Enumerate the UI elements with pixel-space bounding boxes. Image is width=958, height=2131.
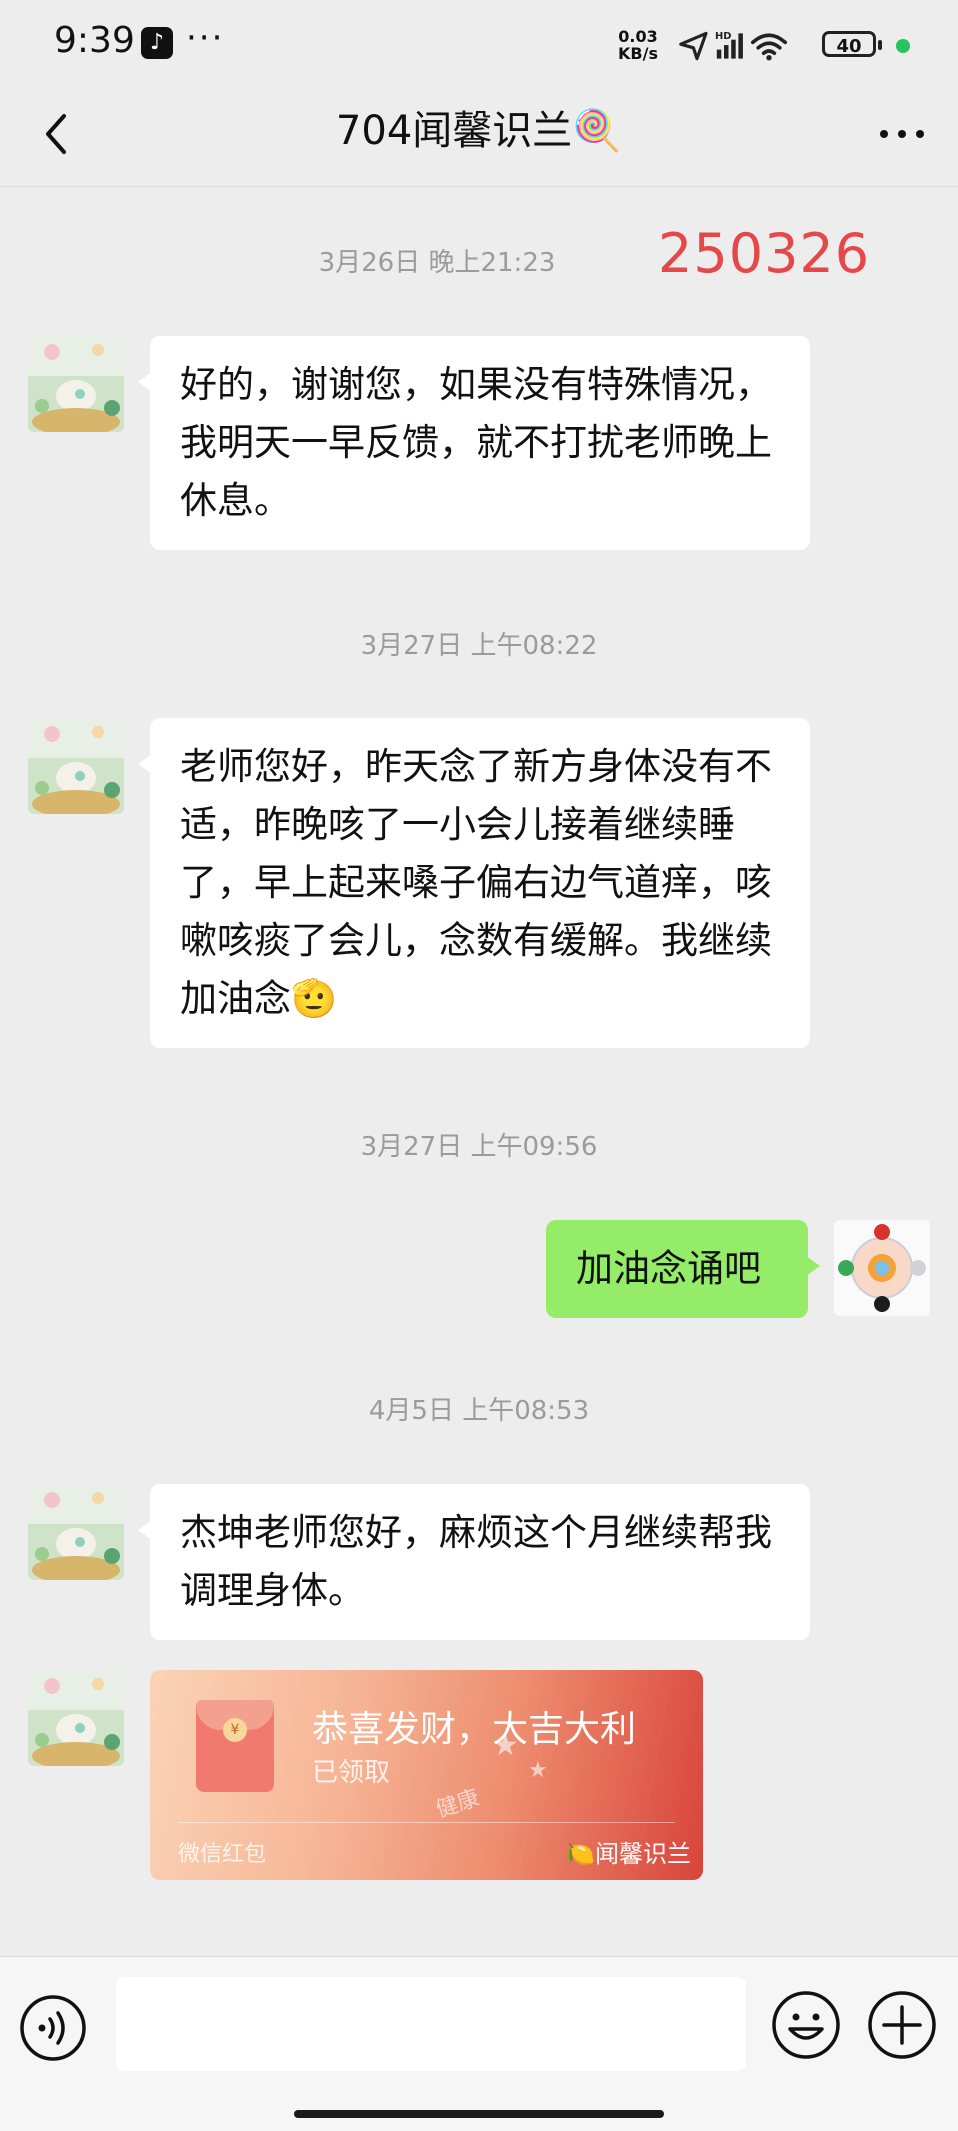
sent-message-bubble[interactable]: 加油念诵吧 (546, 1220, 820, 1318)
red-packet-sender: 🍋闻馨识兰 (565, 1840, 691, 1868)
timestamp: 3月27日 上午08:22 (360, 631, 598, 661)
network-speed-value: 0.03 (618, 27, 658, 46)
red-packet-title: 恭喜发财，大吉大利 (312, 1709, 637, 1750)
self-avatar[interactable] (834, 1220, 930, 1316)
message-bubble[interactable]: 杰坤老师您好，麻烦这个月继续帮我调理身体。 (138, 1484, 810, 1640)
signal-icons: HD (679, 31, 787, 61)
privacy-dot (896, 39, 910, 53)
emoji-icon[interactable] (770, 1989, 842, 2061)
avatar[interactable] (28, 1484, 124, 1580)
avatar[interactable] (28, 718, 124, 814)
battery-icon: 40 (822, 31, 882, 57)
star-icon: ★ (528, 1758, 548, 1783)
home-indicator (294, 2110, 664, 2118)
red-packet-message[interactable]: ¥ 恭喜发财，大吉大利 已领取 健康 ★ ★ 微信红包 🍋闻馨识兰 (150, 1670, 703, 1880)
message-bubble[interactable]: 好的，谢谢您，如果没有特殊情况，我明天一早反馈，就不打扰老师晚上休息。 (138, 336, 810, 550)
wifi-icon (751, 33, 787, 55)
avatar-image (28, 718, 124, 814)
chat-title: 704闻馨识兰🍭 (335, 108, 623, 154)
message-bubble[interactable]: 老师您好，昨天念了新方身体没有不适，昨晚咳了一小会儿接着继续睡了，早上起来嗓子偏… (138, 718, 810, 1048)
status-bar: 9:39 ♪ ··· 0.03 KB/s HD 40 (0, 0, 958, 90)
timestamp: 3月27日 上午09:56 (360, 1132, 598, 1162)
avatar-image (28, 1484, 124, 1580)
network-speed-unit: KB/s (618, 44, 658, 63)
avatar[interactable] (28, 336, 124, 432)
red-packet-status: 已领取 (312, 1758, 391, 1788)
star-icon: ★ (492, 1728, 519, 1763)
timestamp: 4月5日 上午08:53 (368, 1396, 590, 1426)
status-time: 9:39 (54, 20, 135, 61)
avatar-image (28, 336, 124, 432)
location-arrow-icon (679, 31, 708, 61)
tiktok-icon: ♪ (141, 27, 173, 59)
red-envelope-icon: ¥ (196, 1700, 274, 1792)
red-packet-divider (178, 1822, 675, 1823)
voice-icon[interactable] (18, 1993, 88, 2063)
red-packet-decoration: 健康 (432, 1785, 483, 1824)
red-packet-label: 微信红包 (178, 1842, 267, 1867)
plus-circle-icon[interactable] (866, 1989, 938, 2061)
notification-more-icon: ··· (186, 18, 225, 58)
message-input[interactable] (116, 1977, 746, 2071)
hd-label: HD (715, 31, 731, 42)
avatar-image (834, 1220, 930, 1316)
avatar[interactable] (28, 1670, 124, 1766)
avatar-image (28, 1670, 124, 1766)
annotation-code: 250326 (658, 222, 871, 285)
chat-header: 704闻馨识兰🍭 (0, 90, 958, 187)
network-speed: 0.03 KB/s (618, 28, 658, 62)
input-bar (0, 1956, 958, 2131)
more-horizontal-icon[interactable] (872, 104, 932, 164)
